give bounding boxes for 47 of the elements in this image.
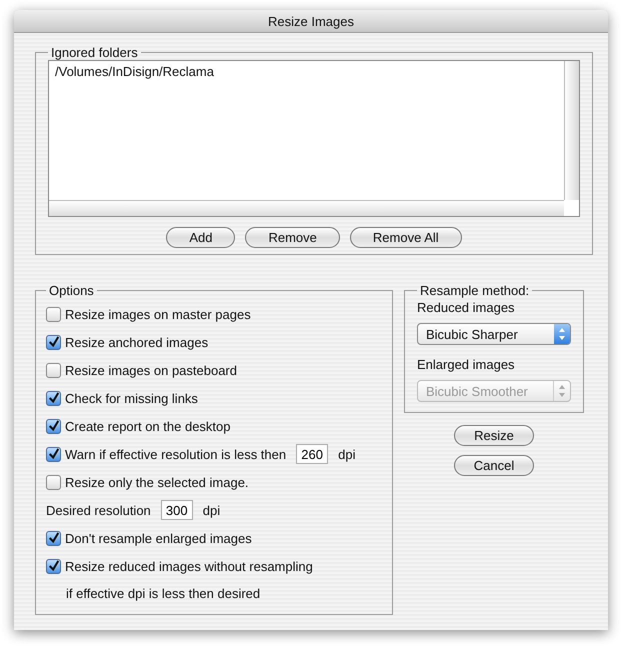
- list-button[interactable]: Remove All: [350, 227, 462, 248]
- option-note: if effective dpi is less then desired: [66, 586, 260, 600]
- checkmark-icon: [48, 392, 60, 404]
- checkmark-icon: [48, 420, 60, 432]
- folder-item[interactable]: /Volumes/InDisign/Reclama: [55, 64, 214, 79]
- checkbox-label[interactable]: Don't resample enlarged images: [65, 530, 252, 546]
- checkbox[interactable]: [46, 530, 61, 546]
- dialog-button[interactable]: Cancel: [454, 455, 534, 476]
- checkmark-icon: [48, 560, 60, 572]
- list-button[interactable]: Remove: [245, 227, 340, 248]
- stepper-arrows-icon: [554, 324, 570, 344]
- number-field[interactable]: 300: [160, 500, 193, 520]
- checkmark-icon: [48, 532, 60, 544]
- popup-label: Reduced images: [417, 300, 516, 315]
- checkbox[interactable]: [46, 390, 61, 406]
- checkbox-label[interactable]: Create report on the desktop: [65, 418, 230, 434]
- field-label: Desired resolution: [46, 502, 151, 518]
- group-label: Ignored folders: [50, 45, 139, 60]
- checkmark-icon: [48, 336, 60, 348]
- checkbox[interactable]: [46, 474, 61, 490]
- checkbox-label[interactable]: Resize reduced images without resampling: [65, 558, 313, 574]
- checkbox-label[interactable]: Warn if effective resolution is less then: [65, 446, 286, 462]
- checkbox-label[interactable]: Resize images on pasteboard: [65, 362, 237, 378]
- number-field[interactable]: 260: [296, 444, 328, 464]
- folder-list[interactable]: /Volumes/InDisign/Reclama: [48, 60, 580, 217]
- popup-menu[interactable]: Bicubic Sharper: [417, 323, 571, 345]
- group-label: Options: [48, 283, 95, 298]
- group-label: Resample method:: [419, 283, 530, 298]
- vertical-scrollbar[interactable]: [564, 61, 579, 200]
- unit-label: dpi: [202, 502, 220, 518]
- list-button[interactable]: Add: [166, 227, 236, 248]
- window-title: Resize Images: [268, 14, 354, 28]
- popup-label: Enlarged images: [417, 357, 516, 372]
- checkbox-label[interactable]: Resize only the selected image.: [65, 474, 249, 490]
- checkbox[interactable]: [46, 418, 61, 434]
- dialog-button[interactable]: Resize: [454, 425, 534, 446]
- checkbox[interactable]: [46, 306, 61, 322]
- checkbox[interactable]: [46, 334, 61, 350]
- checkbox-label[interactable]: Resize anchored images: [65, 334, 208, 350]
- checkmark-icon: [48, 448, 60, 460]
- horizontal-scrollbar[interactable]: [49, 200, 564, 216]
- checkbox[interactable]: [46, 558, 61, 574]
- checkbox-label[interactable]: Resize images on master pages: [65, 306, 251, 322]
- unit-label: dpi: [338, 446, 356, 462]
- checkbox[interactable]: [46, 362, 61, 378]
- checkbox[interactable]: [46, 446, 61, 462]
- checkbox-label[interactable]: Check for missing links: [65, 390, 198, 406]
